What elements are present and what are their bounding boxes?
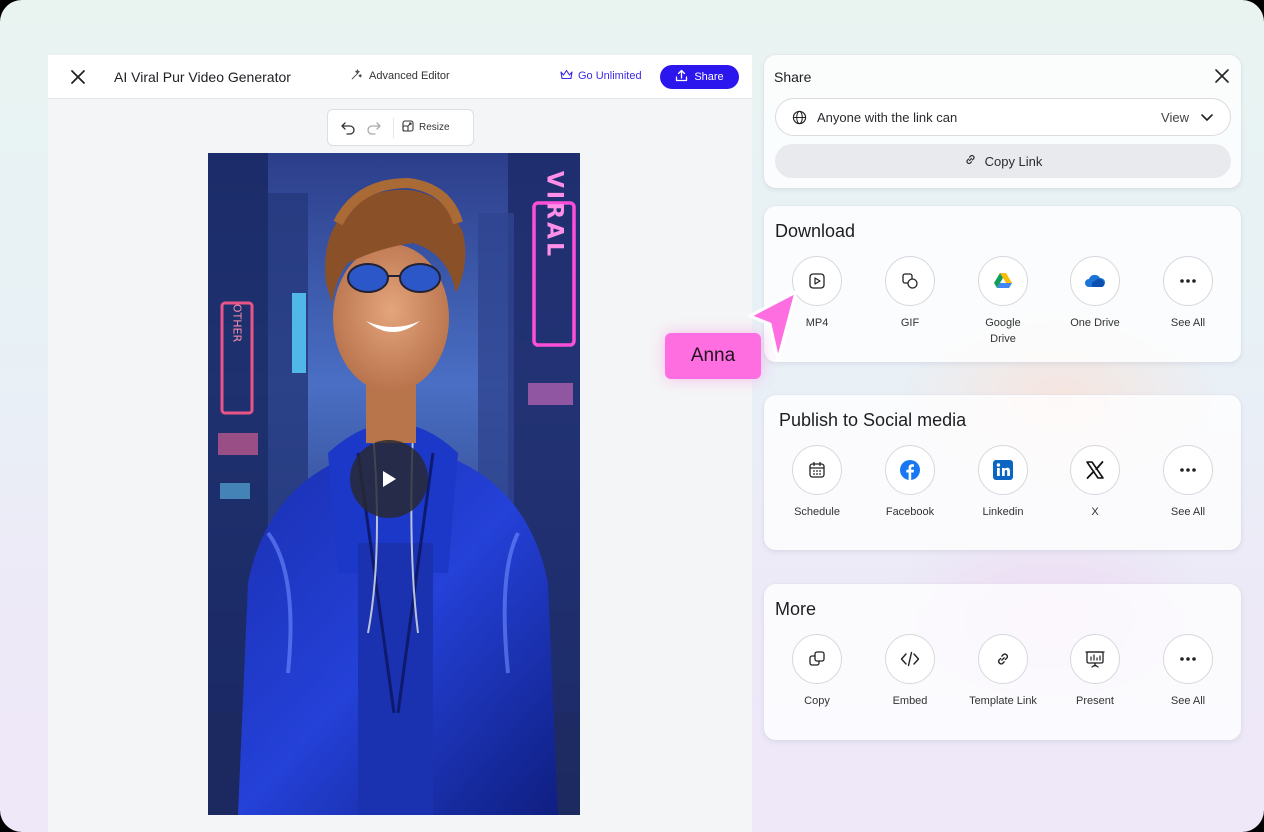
download-gif-option[interactable]: GIF [865,256,955,331]
download-see-all-option[interactable]: See All [1143,256,1233,331]
google-drive-icon [978,256,1028,306]
more-dots-icon [1163,256,1213,306]
download-section: Download MP4 GIF Google Drive One Drive … [764,206,1241,362]
option-label: See All [1170,317,1206,329]
more-title: More [775,599,817,619]
facebook-option[interactable]: Facebook [865,445,955,520]
option-label: Present [1076,695,1114,707]
presentation-icon [1070,634,1120,684]
editor-panel: AI Viral Pur Video Generator Advanced Ed… [48,55,752,832]
resize-button[interactable]: Resize [402,120,450,135]
share-label: Share [694,71,724,83]
go-unlimited-button[interactable]: Go Unlimited [560,69,642,83]
resize-label: Resize [419,122,450,133]
link-icon [978,634,1028,684]
more-see-all-option[interactable]: See All [1143,634,1233,709]
copy-option[interactable]: Copy [772,634,862,709]
chevron-down-icon [1200,110,1214,129]
option-label: See All [1170,506,1206,518]
linkedin-icon [978,445,1028,495]
more-section: More Copy Embed Template Link Present Se… [764,584,1241,740]
option-label: X [1091,506,1099,518]
viral-neon-sign-text: VIRAL [542,171,567,259]
copy-link-label: Copy Link [984,153,1043,169]
link-access-text: Anyone with the link can [817,110,958,125]
link-permission-value: View [1161,110,1189,125]
option-label: Template Link [969,695,1037,707]
template-link-option[interactable]: Template Link [958,634,1048,709]
share-title: Share [774,69,812,85]
globe-icon [792,110,807,130]
facebook-icon [885,445,935,495]
undo-icon[interactable] [335,115,361,141]
code-icon [885,634,935,684]
toolbar-divider [393,117,394,138]
x-option[interactable]: X [1050,445,1140,520]
option-label: Google Drive [985,317,1021,345]
option-label: Embed [892,695,928,707]
close-icon[interactable] [1214,68,1230,84]
link-icon [964,153,977,169]
option-label: Linkedin [982,506,1024,518]
magic-icon [350,68,363,84]
social-see-all-option[interactable]: See All [1143,445,1233,520]
canvas-toolbar: Resize [327,109,474,146]
editor-topbar: AI Viral Pur Video Generator Advanced Ed… [48,55,752,99]
download-google-drive-option[interactable]: Google Drive [958,256,1048,347]
page-title: AI Viral Pur Video Generator [114,69,291,85]
redo-icon[interactable] [361,115,387,141]
social-title: Publish to Social media [779,410,967,430]
advanced-editor-label: Advanced Editor [369,70,450,82]
onedrive-icon [1070,256,1120,306]
present-option[interactable]: Present [1050,634,1140,709]
embed-option[interactable]: Embed [865,634,955,709]
option-label: Schedule [794,506,840,518]
link-access-dropdown[interactable]: Anyone with the link can View [775,98,1231,136]
share-button[interactable]: Share [660,65,739,89]
video-preview[interactable]: OTHER VIRAL [208,153,580,815]
linkedin-option[interactable]: Linkedin [958,445,1048,520]
copy-link-button[interactable]: Copy Link [775,144,1231,178]
option-label: GIF [900,317,920,329]
crown-icon [560,69,573,83]
close-icon[interactable] [68,67,88,87]
advanced-editor-button[interactable]: Advanced Editor [350,68,450,84]
schedule-option[interactable]: Schedule [772,445,862,520]
calendar-icon [792,445,842,495]
collaborator-name-tag: Anna [665,333,761,379]
go-unlimited-label: Go Unlimited [578,70,642,82]
download-title: Download [775,221,856,241]
option-label: Facebook [885,506,935,518]
option-label: See All [1170,695,1206,707]
download-onedrive-option[interactable]: One Drive [1050,256,1140,331]
social-section: Publish to Social media Schedule Faceboo… [764,395,1241,550]
option-label: Copy [804,695,830,707]
option-label: One Drive [1070,317,1120,329]
x-icon [1070,445,1120,495]
side-neon-sign-text: OTHER [231,304,244,343]
gif-icon [885,256,935,306]
resize-icon [402,120,414,135]
copy-icon [792,634,842,684]
more-dots-icon [1163,445,1213,495]
play-icon [383,471,396,487]
play-button[interactable] [350,440,428,518]
more-dots-icon [1163,634,1213,684]
upload-icon [675,69,688,85]
app-frame: AI Viral Pur Video Generator Advanced Ed… [0,0,1264,832]
share-card: Share Anyone with the link can View Copy… [764,55,1241,188]
